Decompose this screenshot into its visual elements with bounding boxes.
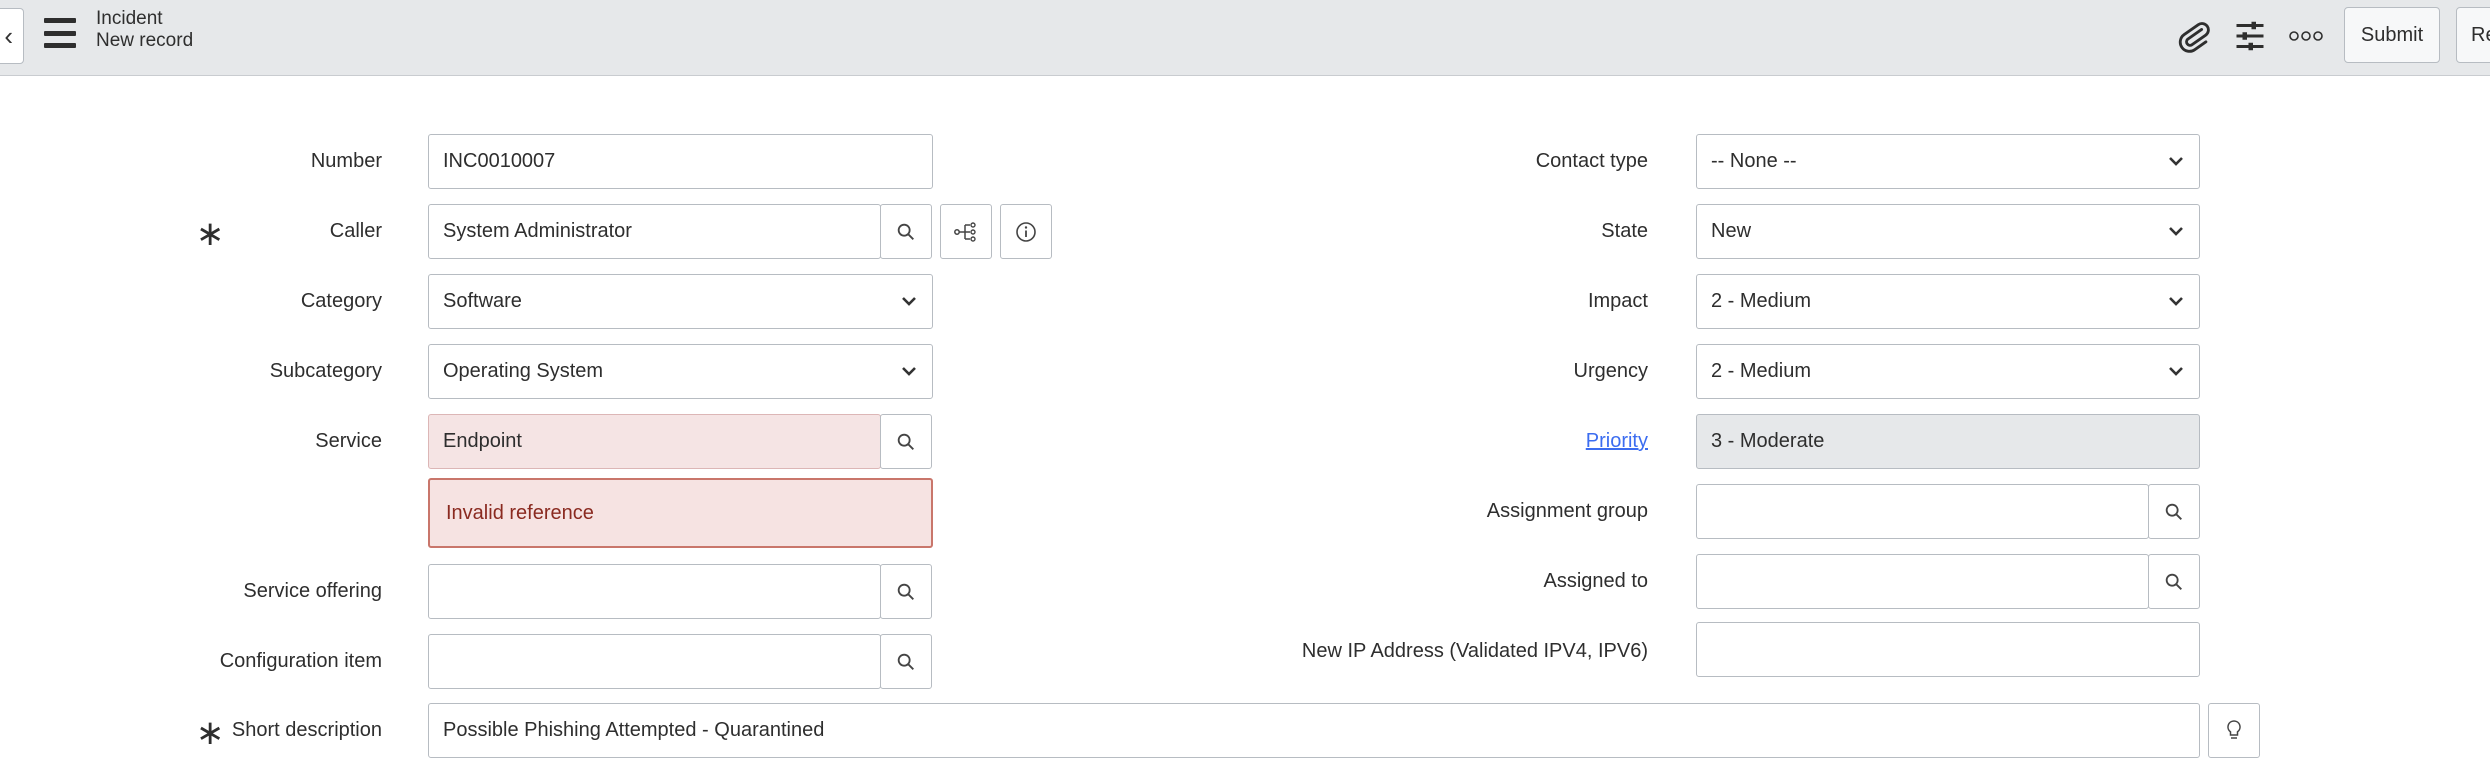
short-description-field[interactable]: Possible Phishing Attempted - Quarantine… bbox=[428, 703, 2200, 758]
suggestion-button[interactable] bbox=[2208, 703, 2260, 758]
category-select[interactable]: Software bbox=[428, 274, 933, 329]
urgency-value: 2 - Medium bbox=[1711, 360, 1812, 382]
impact-select[interactable]: 2 - Medium bbox=[1696, 274, 2200, 329]
form-header: ‹ Incident New record Submit Re bbox=[0, 0, 2490, 76]
new-ip-address-field[interactable] bbox=[1696, 622, 2200, 677]
new-ip-address-label: New IP Address (Validated IPV4, IPV6) bbox=[1301, 640, 1648, 662]
configuration-item-lookup-button[interactable] bbox=[880, 634, 932, 689]
assigned-to-label: Assigned to bbox=[1543, 570, 1648, 592]
caller-field[interactable]: System Administrator bbox=[428, 204, 881, 259]
category-label: Category bbox=[300, 290, 382, 312]
subcategory-value: Operating System bbox=[443, 360, 604, 382]
subcategory-select[interactable]: Operating System bbox=[428, 344, 933, 399]
configuration-item-field[interactable] bbox=[428, 634, 881, 689]
lightbulb-icon bbox=[2227, 719, 2241, 739]
back-button[interactable]: ‹ bbox=[0, 8, 24, 64]
caller-lookup-button[interactable] bbox=[880, 204, 932, 259]
subcategory-label: Subcategory bbox=[269, 360, 382, 382]
state-label: State bbox=[1601, 220, 1648, 242]
impact-value: 2 - Medium bbox=[1711, 290, 1812, 312]
caller-label: Caller bbox=[329, 220, 382, 242]
record-title: Incident New record bbox=[96, 8, 193, 52]
chevron-down-icon bbox=[902, 367, 916, 376]
priority-field: 3 - Moderate bbox=[1696, 414, 2200, 469]
service-lookup-button[interactable] bbox=[880, 414, 932, 469]
urgency-select[interactable]: 2 - Medium bbox=[1696, 344, 2200, 399]
assignment-group-lookup-button[interactable] bbox=[2148, 484, 2200, 539]
state-value: New bbox=[1711, 220, 1752, 242]
chevron-down-icon bbox=[2169, 367, 2183, 376]
assignment-group-label: Assignment group bbox=[1486, 500, 1648, 522]
ellipsis-icon[interactable] bbox=[2284, 14, 2328, 58]
service-offering-field[interactable] bbox=[428, 564, 881, 619]
priority-link[interactable]: Priority bbox=[1586, 426, 1648, 456]
chevron-down-icon bbox=[902, 297, 916, 306]
hamburger-icon[interactable] bbox=[44, 18, 76, 48]
state-select[interactable]: New bbox=[1696, 204, 2200, 259]
contact-type-select[interactable]: -- None -- bbox=[1696, 134, 2200, 189]
urgency-label: Urgency bbox=[1573, 360, 1648, 382]
impact-label: Impact bbox=[1587, 290, 1648, 312]
service-offering-label: Service offering bbox=[243, 580, 382, 602]
short-description-label: Short description bbox=[231, 719, 382, 741]
required-indicator-short-description: ∗ bbox=[196, 714, 225, 752]
hierarchy-icon bbox=[954, 221, 976, 242]
number-label: Number bbox=[310, 150, 382, 172]
service-error-message: Invalid reference bbox=[428, 478, 933, 548]
assigned-to-lookup-button[interactable] bbox=[2148, 554, 2200, 609]
service-label: Service bbox=[315, 430, 382, 452]
assignment-group-field[interactable] bbox=[1696, 484, 2149, 539]
chevron-down-icon bbox=[2169, 157, 2183, 166]
sliders-icon[interactable] bbox=[2228, 14, 2272, 58]
search-icon bbox=[2165, 573, 2182, 590]
search-icon bbox=[897, 583, 914, 600]
submit-button[interactable]: Submit bbox=[2344, 7, 2440, 63]
required-indicator-caller: ∗ bbox=[196, 215, 225, 253]
chevron-down-icon bbox=[2169, 297, 2183, 306]
contact-type-label: Contact type bbox=[1535, 150, 1648, 172]
caller-info-button[interactable] bbox=[1000, 204, 1052, 259]
contact-type-value: -- None -- bbox=[1711, 150, 1797, 172]
chevron-down-icon bbox=[2169, 227, 2183, 236]
page-title: Incident bbox=[96, 8, 163, 29]
paperclip-icon[interactable] bbox=[2172, 14, 2216, 58]
configuration-item-label: Configuration item bbox=[219, 650, 382, 672]
info-icon bbox=[1016, 221, 1036, 242]
number-field[interactable]: INC0010007 bbox=[428, 134, 933, 189]
search-icon bbox=[897, 433, 914, 450]
assigned-to-field[interactable] bbox=[1696, 554, 2149, 609]
category-value: Software bbox=[443, 290, 522, 312]
page-subtitle: New record bbox=[96, 30, 194, 51]
search-icon bbox=[897, 223, 914, 240]
search-icon bbox=[2165, 503, 2182, 520]
resolve-button[interactable]: Re bbox=[2456, 7, 2490, 63]
service-offering-lookup-button[interactable] bbox=[880, 564, 932, 619]
chevron-left-icon: ‹ bbox=[4, 20, 13, 51]
caller-tree-button[interactable] bbox=[940, 204, 992, 259]
search-icon bbox=[897, 653, 914, 670]
service-field[interactable]: Endpoint bbox=[428, 414, 881, 469]
